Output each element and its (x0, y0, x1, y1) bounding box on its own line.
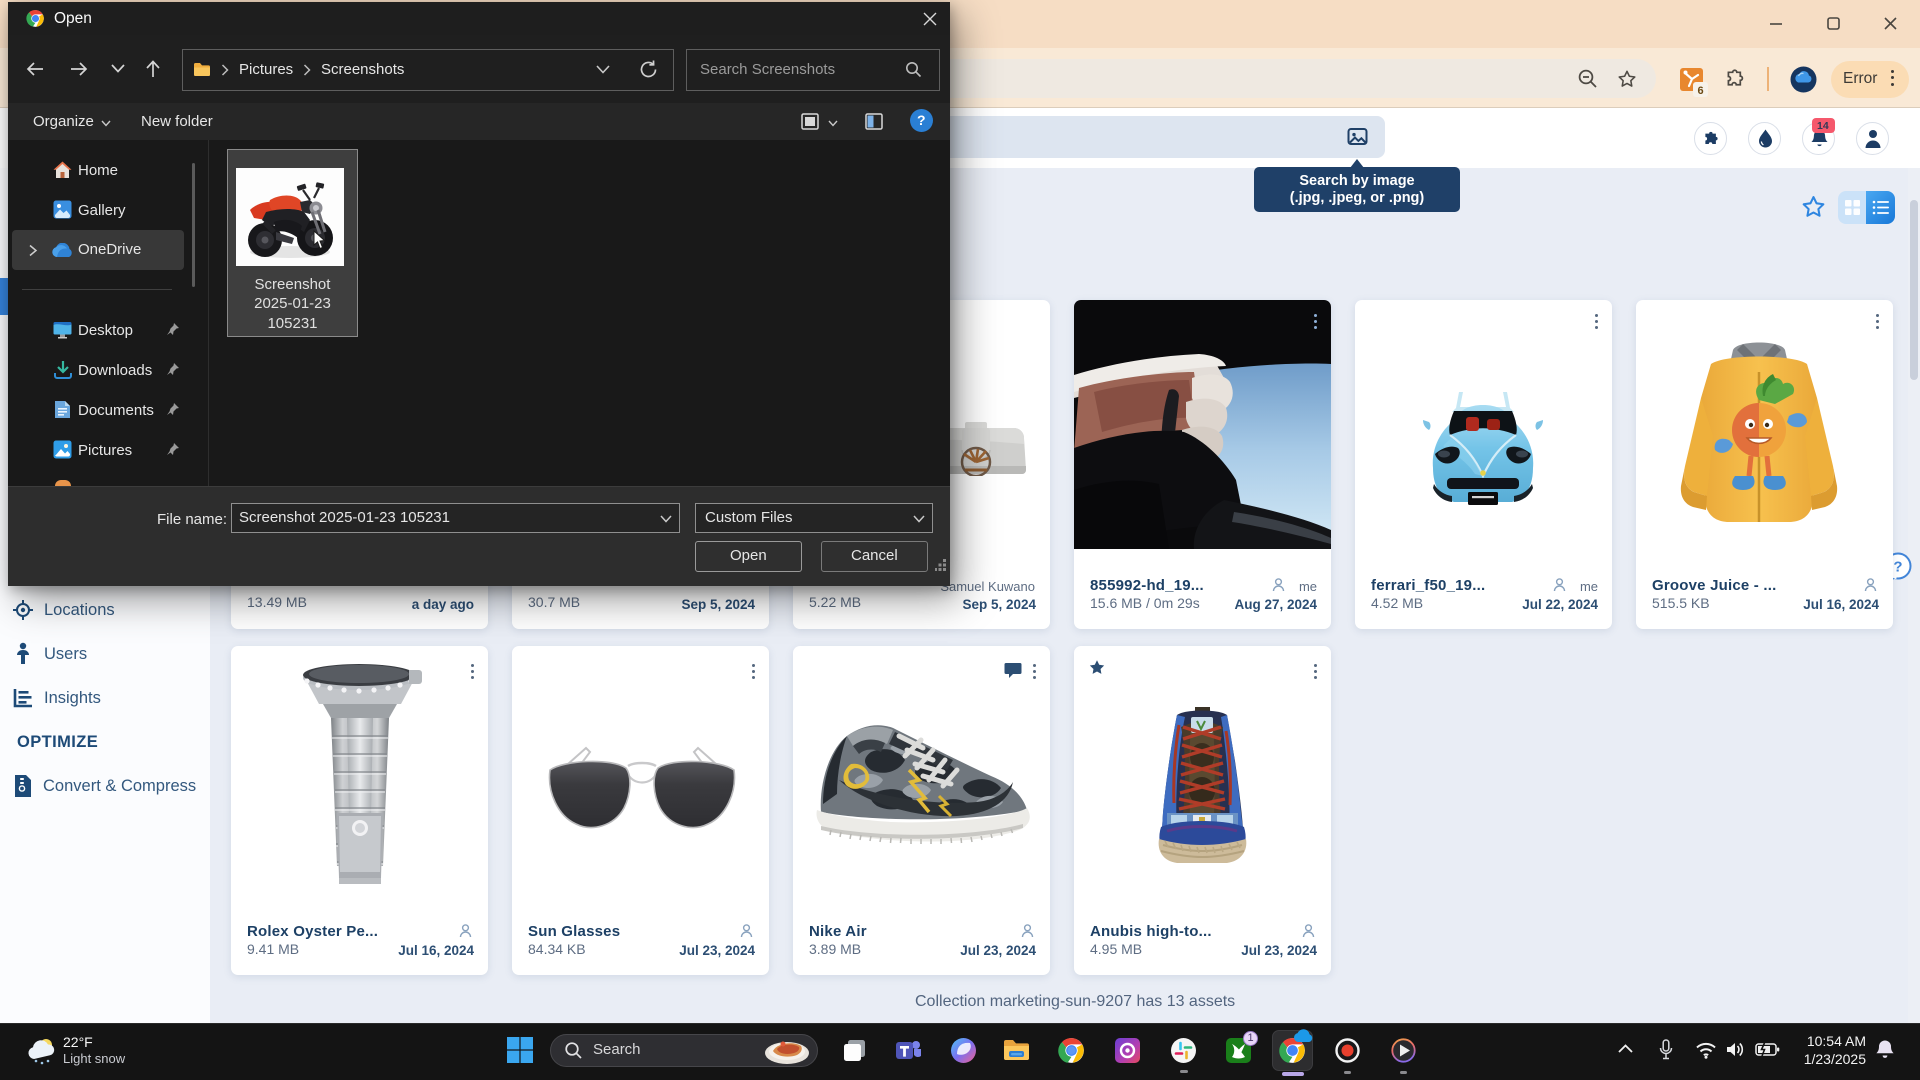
svg-text:?: ? (1893, 559, 1902, 576)
svg-text:6: 6 (1697, 85, 1703, 97)
